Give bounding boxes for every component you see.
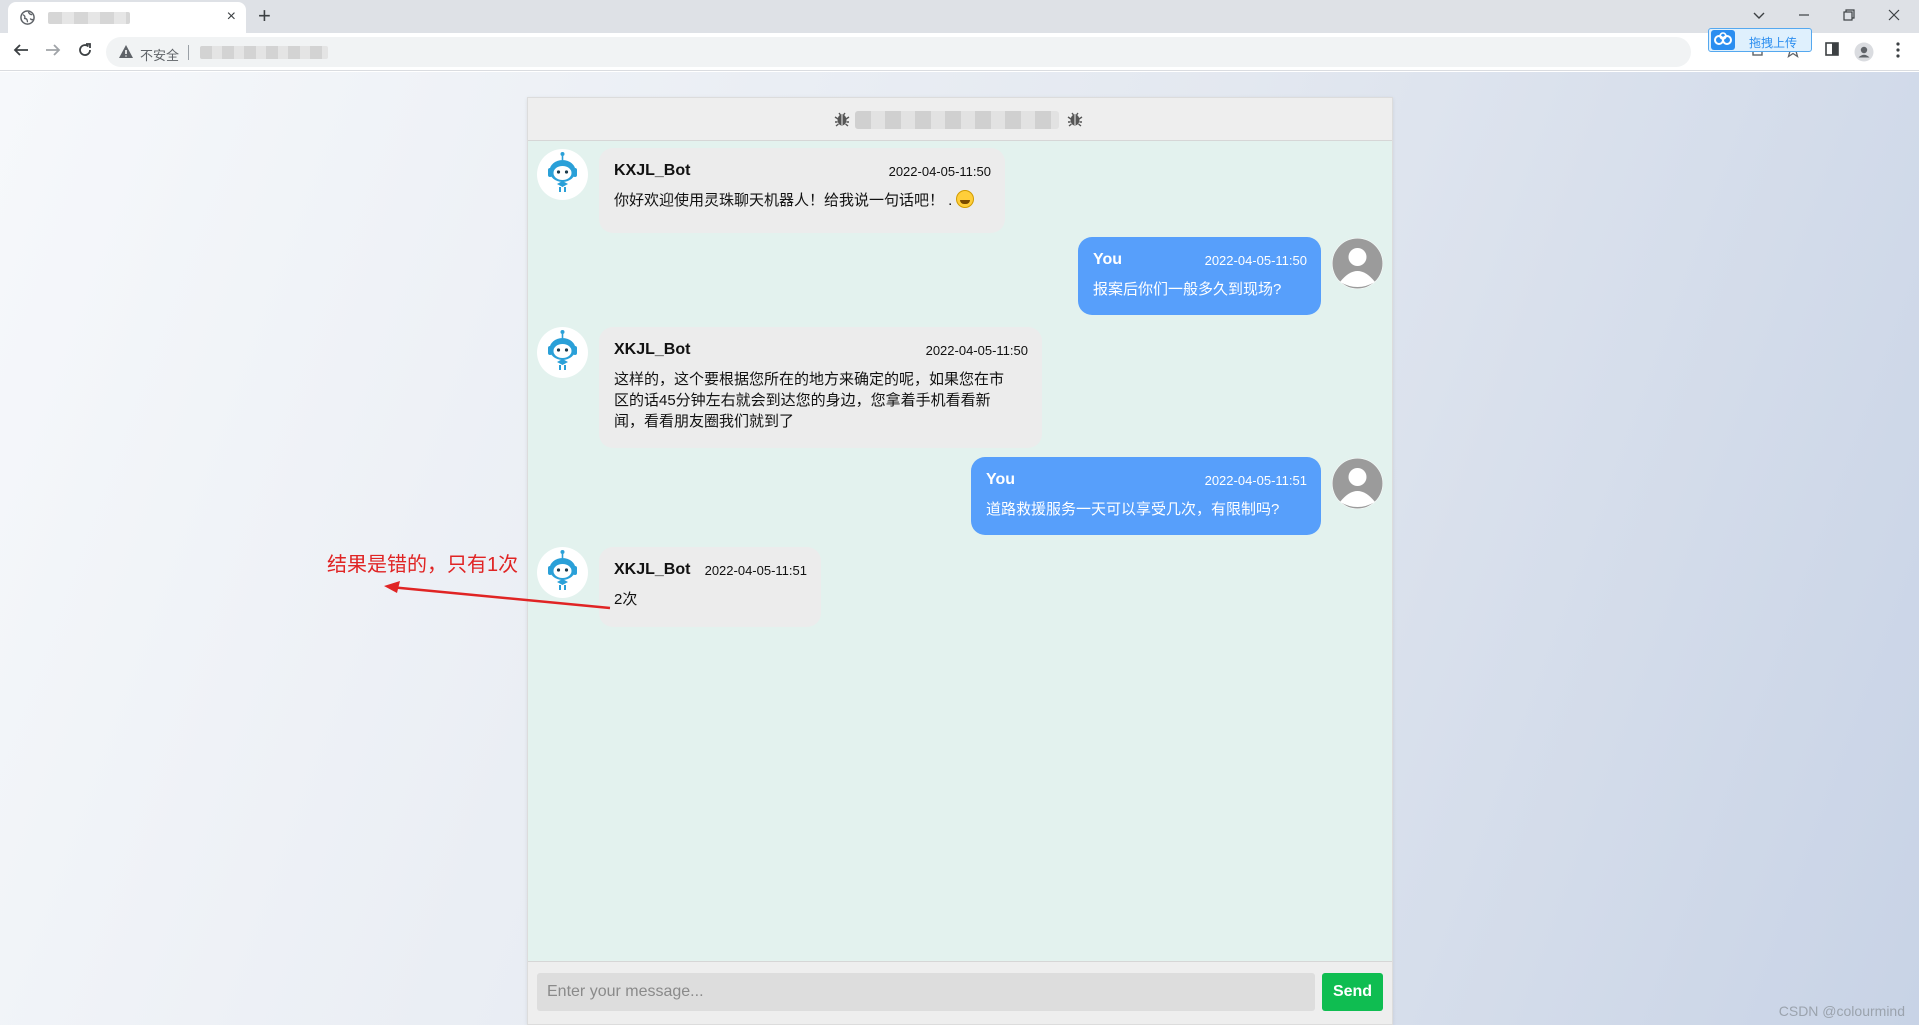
menu-kebab-icon[interactable] [1888,42,1908,62]
message-time: 2022-04-05-11:50 [888,164,991,179]
message-line: 区的话45分钟左右就会到达您的身边，您拿着手机看看新 [614,392,991,409]
grin-emoji-icon [956,190,975,208]
message-bubble-user: You 2022-04-05-11:51 道路救援服务一天可以享受几次，有限制吗… [971,457,1321,535]
message-text: 这样的，这个要根据您所在的地方来确定的呢，如果您在市 区的话45分钟左右就会到达… [614,369,1004,432]
browser-tab[interactable]: × [8,2,246,33]
message-time: 2022-04-05-11:50 [925,343,1028,358]
annotation-text: 结果是错的，只有1次 [327,554,519,576]
tab-search-icon[interactable] [1736,0,1782,30]
message-text: 道路救援服务一天可以享受几次，有限制吗? [986,501,1280,518]
reload-icon[interactable] [74,41,96,63]
user-avatar [1332,238,1383,289]
message-time: 2022-04-05-11:51 [1204,473,1307,488]
close-tab-icon[interactable]: × [227,7,236,27]
sender-name: You [986,471,1016,488]
address-bar[interactable]: 不安全 [106,37,1691,67]
side-panel-icon[interactable] [1822,42,1842,62]
message-bubble-bot: KXJL_Bot 2022-04-05-11:50 你好欢迎使用灵珠聊天机器人！… [599,148,1005,233]
message-line: 闻，看看朋友圈我们就到了 [614,413,795,430]
upload-label: 拖拽上传 [1749,36,1798,50]
bot-avatar [537,149,588,200]
profile-icon[interactable] [1854,42,1874,62]
chat-header [528,98,1392,141]
chat-title-redacted [855,111,1059,129]
message-time: 2022-04-05-11:51 [704,563,807,578]
bug-icon [834,112,850,127]
message-text: 你好欢迎使用灵珠聊天机器人！给我说一句话吧！ . [614,192,953,209]
user-avatar [1332,458,1383,509]
watermark: CSDN @colourmind [1778,1003,1905,1019]
tab-title-redacted [48,12,130,24]
annotation-arrow-icon [384,581,611,610]
message-input[interactable] [537,973,1315,1011]
sender-name: XKJL_Bot [614,341,691,358]
send-button[interactable]: Send [1322,973,1383,1011]
sender-name: KXJL_Bot [614,162,691,179]
message-time: 2022-04-05-11:50 [1204,253,1307,268]
upload-extension-button[interactable]: 拖拽上传 [1708,28,1812,52]
sender-name: You [1093,251,1123,268]
message-text-wrap: 你好欢迎使用灵珠聊天机器人！给我说一句话吧！ . [614,190,975,211]
message-bubble-bot: XKJL_Bot 2022-04-05-11:51 2次 [599,547,821,627]
globe-icon [20,10,35,25]
bug-icon [1067,112,1083,127]
url-redacted[interactable] [200,46,328,59]
new-tab-icon[interactable]: + [258,4,271,28]
message-bubble-bot: XKJL_Bot 2022-04-05-11:50 这样的，这个要根据您所在的地… [599,327,1042,448]
message-text: 报案后你们一般多久到现场? [1093,281,1282,298]
warning-icon [119,45,133,58]
window-close-icon[interactable] [1871,0,1917,30]
sender-name: XKJL_Bot [614,561,691,578]
divider [188,45,189,60]
bot-avatar [537,327,588,378]
minimize-icon[interactable] [1781,0,1827,30]
message-bubble-user: You 2022-04-05-11:50 报案后你们一般多久到现场? [1078,237,1321,315]
restore-icon[interactable] [1826,0,1872,30]
chat-messages[interactable]: KXJL_Bot 2022-04-05-11:50 你好欢迎使用灵珠聊天机器人！… [528,141,1392,961]
baidu-cloud-icon [1711,30,1735,50]
tab-strip: × + [0,0,1919,33]
forward-icon[interactable] [42,41,64,63]
message-composer: Send [528,961,1392,1024]
message-line: 这样的，这个要根据您所在的地方来确定的呢，如果您在市 [614,371,1005,388]
back-icon[interactable] [10,41,32,63]
browser-toolbar: 不安全 [0,33,1919,71]
chat-window: KXJL_Bot 2022-04-05-11:50 你好欢迎使用灵珠聊天机器人！… [527,97,1393,1025]
insecure-label[interactable]: 不安全 [140,45,179,64]
